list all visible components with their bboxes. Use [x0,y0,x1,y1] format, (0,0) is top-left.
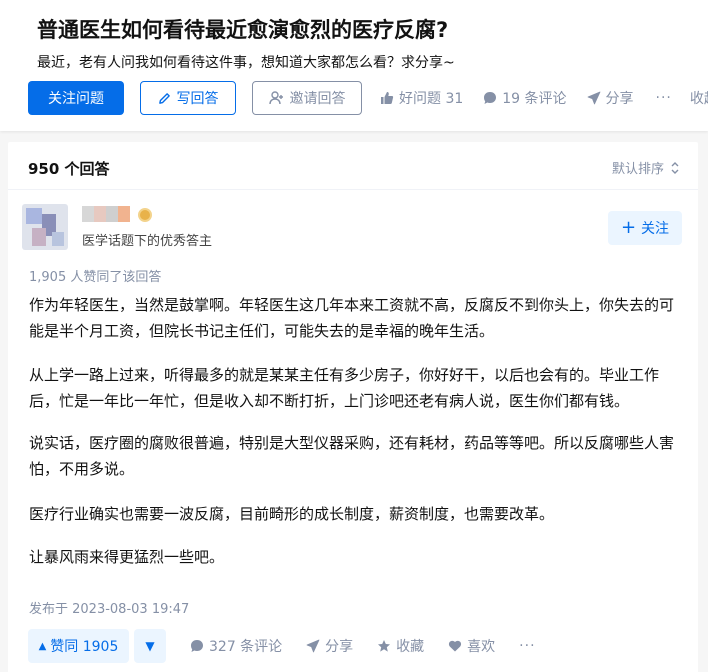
answers-header: 950 个回答 默认排序 [8,142,698,190]
heart-icon [449,640,462,652]
star-icon [378,640,391,652]
upvote-label: 赞同 1905 [50,639,119,655]
sort-dropdown[interactable]: 默认排序 [612,158,680,177]
avatar[interactable] [22,204,68,250]
share-icon [306,639,320,653]
question-title: 普通医生如何看待最近愈演愈烈的医疗反腐? [37,18,449,42]
answer-paragraph: 作为年轻医生，当然是鼓掌啊。年轻医生这几年本来工资就不高，反腐反不到你头上，你失… [29,296,675,340]
upvote-button[interactable]: ▲ 赞同 1905 [28,629,129,663]
share-icon [587,91,600,105]
like-label: 喜欢 [467,639,496,655]
upvote-summary: 1,905 人赞同了该回答 [29,270,162,285]
collect-label: 收藏 [396,639,425,655]
answer-paragraph: 说实话，医疗圈的腐败很普遍，特别是大型仪器采购，还有耗材，药品等等吧。所以反腐哪… [29,434,675,478]
write-answer-label: 写回答 [176,91,219,107]
question-comments-label: 19 条评论 [502,91,567,107]
author-description: 医学话题下的优秀答主 [82,234,213,249]
excellent-answerer-badge-icon [138,208,152,222]
answer-share-label: 分享 [325,639,354,655]
answer-paragraph: 医疗行业确实也需要一波反腐，目前畸形的成长制度，薪资制度，也需要改革。 [29,505,555,523]
publish-time: 发布于 2023-08-03 19:47 [29,602,190,617]
like-button[interactable]: 喜欢 [448,636,495,656]
invite-answer-button[interactable]: 邀请回答 [252,81,362,115]
user-add-icon [268,91,283,105]
question-more-button[interactable]: ··· [656,90,672,106]
triangle-down-icon: ▼ [145,639,155,653]
answer-count: 950 个回答 [28,160,110,178]
write-answer-button[interactable]: 写回答 [140,81,236,115]
follow-author-button[interactable]: + 关注 [608,211,682,245]
answers-card: 950 个回答 默认排序 医学话题下的优秀答主 + 关注 1,905 人赞同了该… [8,142,698,672]
question-comments-button[interactable]: 19 条评论 [483,88,567,108]
collapse-button[interactable]: 收起 [690,88,708,108]
good-question-button[interactable]: 好问题 31 [380,88,463,108]
question-share-label: 分享 [605,91,634,107]
sort-label: 默认排序 [611,162,664,177]
pencil-icon [158,92,170,104]
follow-author-label: 关注 [641,221,670,237]
follow-question-label: 关注问题 [48,91,104,107]
answer-comments-button[interactable]: 327 条评论 [190,636,282,656]
follow-question-button[interactable]: 关注问题 [28,81,124,115]
answer-paragraph: 从上学一路上过来，听得最多的就是某某主任有多少房子，你好好干，以后也会有的。毕业… [29,366,660,410]
sort-chevron-icon [671,161,679,174]
downvote-button[interactable]: ▼ [134,629,166,663]
question-header: 普通医生如何看待最近愈演愈烈的医疗反腐? 最近，老有人问我如何看待这件事，想知道… [0,0,708,131]
more-icon: ··· [519,638,536,654]
question-share-button[interactable]: 分享 [587,88,634,108]
comment-icon [484,92,497,104]
invite-answer-label: 邀请回答 [289,91,346,107]
more-icon: ··· [655,90,672,106]
collect-button[interactable]: 收藏 [377,636,424,656]
question-description: 最近，老有人问我如何看待这件事，想知道大家都怎么看？求分享~ [37,55,455,71]
answer-actions: ▲ 赞同 1905 ▼ 327 条评论 分享 收藏 喜欢 ··· [28,629,536,663]
thumbs-up-icon [381,92,394,104]
collapse-label: 收起 [689,91,708,107]
answer-comments-label: 327 条评论 [209,639,283,655]
author-name[interactable] [82,206,130,222]
plus-icon: + [620,217,637,238]
answer-more-button[interactable]: ··· [519,638,535,654]
triangle-up-icon: ▲ [38,640,47,652]
comment-icon [191,640,203,652]
good-question-label: 好问题 31 [399,91,464,107]
question-actions: 关注问题 写回答 邀请回答 好问题 31 19 条评论 分享 ··· 收起 [28,81,708,115]
answer-paragraph: 让暴风雨来得更猛烈一些吧。 [29,548,225,566]
answer-share-button[interactable]: 分享 [306,636,353,656]
